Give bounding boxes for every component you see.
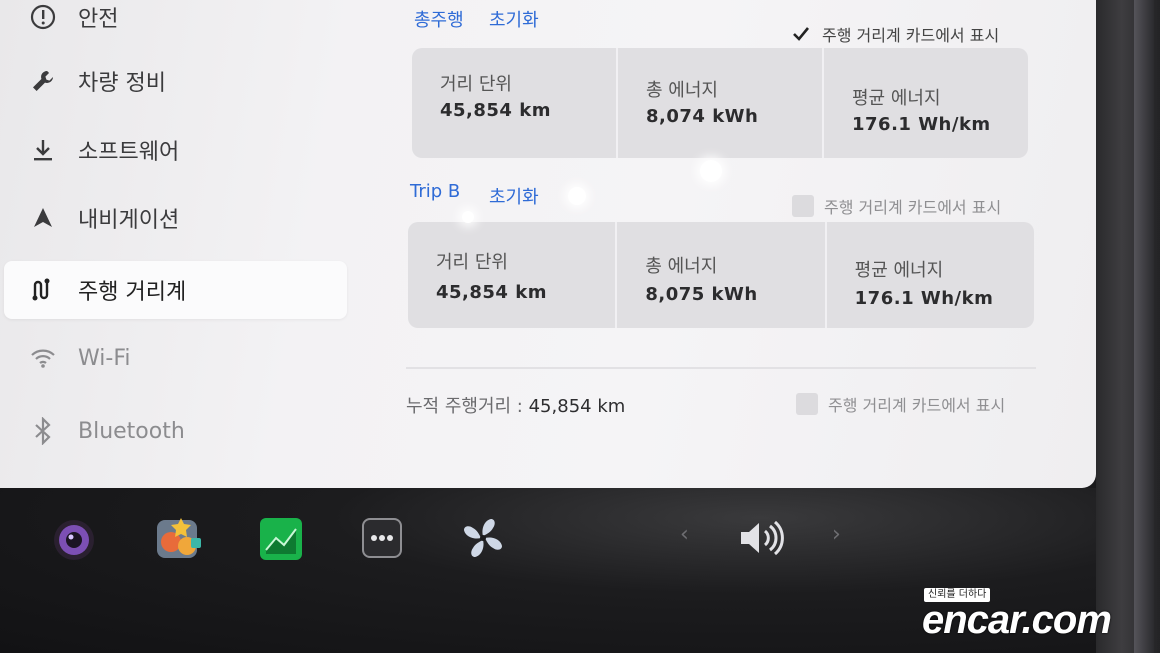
info-circle-icon [28, 4, 58, 30]
check-icon [793, 27, 810, 41]
stat-label: 거리 단위 [436, 252, 508, 273]
trip-b-avg-energy: 평균 에너지 176.1 Wh/km [824, 222, 1034, 328]
section-divider [406, 367, 1036, 369]
toybox-app-icon[interactable] [155, 514, 201, 558]
stat-value: 45,854 km [440, 100, 551, 121]
trip-a-energy: 총 에너지 8,074 kWh [616, 48, 822, 158]
odometer-show-on-card[interactable]: 주행 거리계 카드에서 표시 [796, 392, 1005, 416]
trip-a-avg-energy: 평균 에너지 176.1 Wh/km [822, 48, 1028, 158]
sidebar-item-label: 소프트웨어 [78, 140, 180, 165]
odometer-readout: 누적 주행거리 : 45,854 km [406, 392, 625, 418]
next-arrow-icon[interactable]: › [832, 522, 841, 547]
bluetooth-icon [28, 417, 58, 445]
trip-a-title: 총주행 [414, 10, 464, 31]
sidebar-item-navigation[interactable]: 내비게이션 [4, 189, 347, 247]
sidebar-item-safety[interactable]: 안전 [4, 0, 347, 46]
sidebar-item-trips[interactable]: 주행 거리계 [4, 261, 347, 319]
wifi-icon [28, 347, 58, 369]
screen-glare [568, 187, 586, 205]
sidebar-item-service[interactable]: 차량 정비 [4, 52, 347, 110]
odometer-checkbox[interactable] [796, 393, 818, 415]
sidebar-item-label: Bluetooth [78, 418, 185, 444]
screen-glare [700, 160, 722, 182]
trip-b-checkbox[interactable] [792, 195, 814, 217]
sidebar-item-label: 내비게이션 [78, 208, 180, 233]
stat-value: 8,075 kWh [645, 284, 758, 305]
stat-value: 176.1 Wh/km [854, 288, 994, 309]
trip-b-reset-link[interactable]: 초기화 [489, 183, 539, 209]
display-bezel [1096, 0, 1160, 653]
odometer-value: 45,854 km [528, 396, 626, 417]
download-icon [28, 137, 58, 163]
stat-label: 평균 에너지 [852, 88, 941, 109]
settings-screen: 안전 차량 정비 소프트웨어 내비게이션 주행 거리계 Wi-Fi Blueto… [0, 0, 1096, 488]
trip-a-checkbox[interactable] [790, 23, 812, 45]
trip-b-show-on-card[interactable]: 주행 거리계 카드에서 표시 [792, 194, 1001, 218]
trip-b-energy: 총 에너지 8,075 kWh [615, 222, 824, 328]
trip-a-stats-card: 거리 단위 45,854 km 총 에너지 8,074 kWh 평균 에너지 1… [412, 48, 1028, 158]
sidebar-item-label: 차량 정비 [78, 71, 166, 96]
trip-b-stats-card: 거리 단위 45,854 km 총 에너지 8,075 kWh 평균 에너지 1… [408, 222, 1034, 328]
watermark-logo: encar.com [922, 598, 1112, 642]
trip-a-show-label: 주행 거리계 카드에서 표시 [822, 26, 1000, 45]
more-apps-icon[interactable] [362, 518, 406, 562]
navigation-arrow-icon [28, 206, 58, 230]
screen-glare [462, 211, 474, 223]
sidebar-item-label: 안전 [78, 7, 119, 32]
trip-route-icon [28, 277, 58, 303]
camera-app-icon[interactable] [52, 518, 96, 562]
trip-a-distance: 거리 단위 45,854 km [412, 48, 616, 158]
stat-value: 8,074 kWh [646, 106, 759, 127]
trip-b-distance: 거리 단위 45,854 km [408, 222, 615, 328]
stat-label: 총 에너지 [646, 80, 718, 101]
odometer-show-label: 주행 거리계 카드에서 표시 [828, 396, 1006, 415]
sidebar-item-bluetooth[interactable]: Bluetooth [4, 402, 347, 460]
stat-label: 총 에너지 [645, 256, 718, 277]
stat-value: 45,854 km [436, 282, 547, 303]
stat-label: 거리 단위 [440, 74, 512, 95]
fan-icon[interactable] [460, 515, 504, 559]
watermark: 신뢰를 더하다 encar.com [922, 588, 1158, 648]
wrench-icon [28, 68, 58, 94]
energy-app-icon[interactable] [258, 516, 302, 560]
sidebar-item-label: Wi-Fi [78, 345, 131, 371]
trip-a-show-on-card[interactable]: 주행 거리계 카드에서 표시 [790, 22, 999, 46]
stat-value: 176.1 Wh/km [852, 114, 991, 135]
trip-a-reset-link[interactable]: 초기화 [489, 6, 539, 32]
prev-arrow-icon[interactable]: ‹ [680, 522, 689, 547]
trip-b-show-label: 주행 거리계 카드에서 표시 [824, 198, 1002, 217]
sidebar-item-software[interactable]: 소프트웨어 [4, 121, 347, 179]
stat-label: 평균 에너지 [854, 260, 944, 281]
sidebar-item-label: 주행 거리계 [78, 280, 187, 305]
volume-icon[interactable] [737, 520, 785, 560]
odometer-label: 누적 주행거리 : [406, 396, 523, 417]
trip-b-title: Trip B [410, 181, 461, 202]
sidebar-item-wifi[interactable]: Wi-Fi [4, 329, 347, 387]
